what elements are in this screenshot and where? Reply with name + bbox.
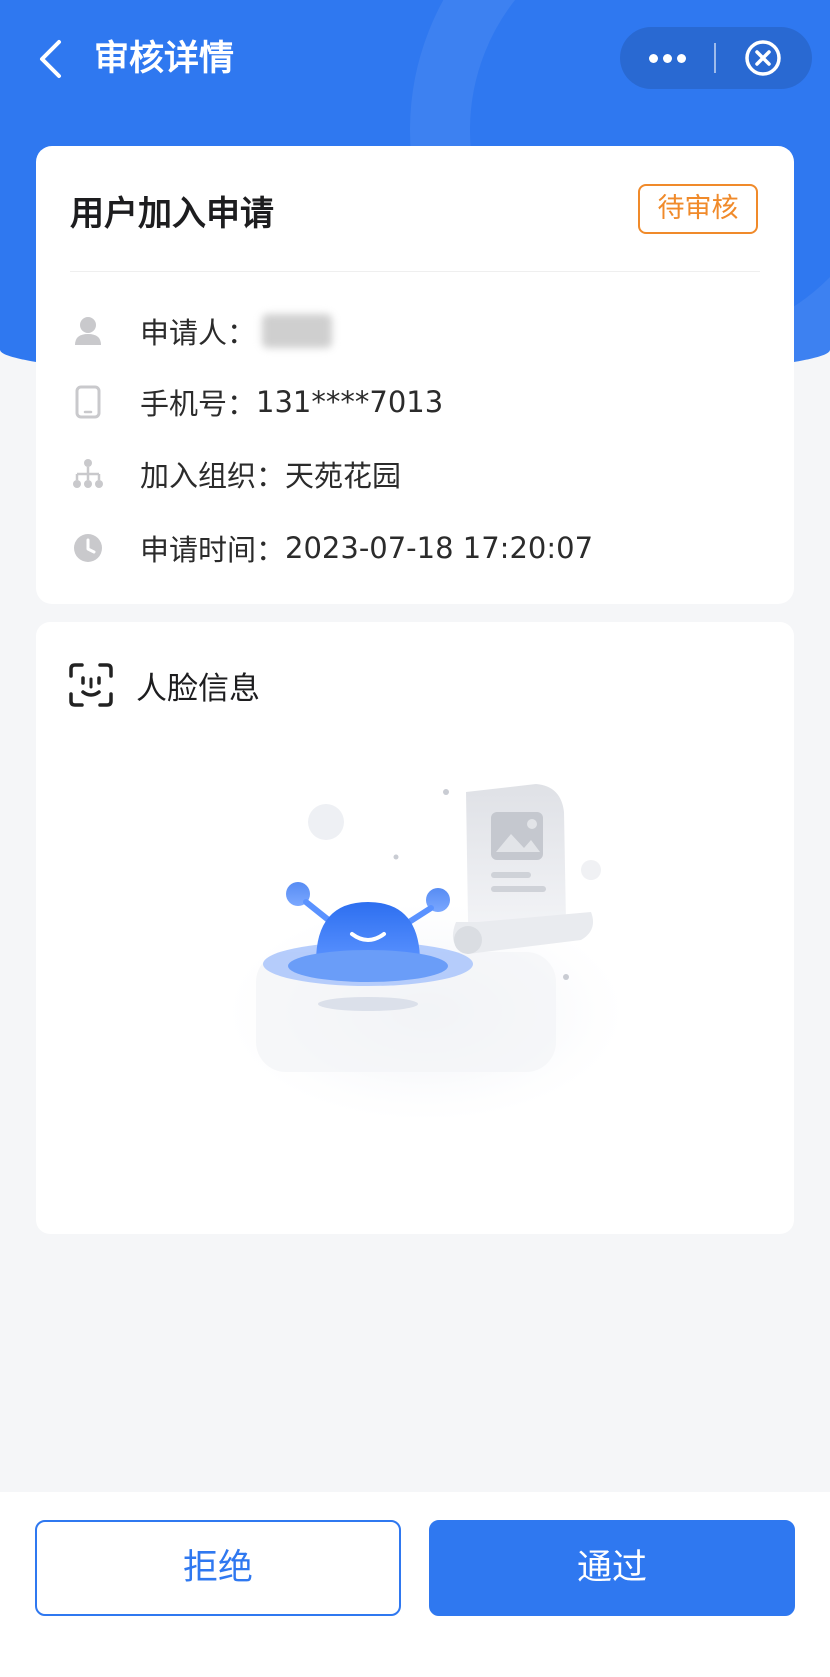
application-title: 用户加入申请 (70, 194, 274, 234)
org-tree-icon (70, 456, 106, 492)
divider (70, 271, 760, 272)
organization-label: 加入组织： (140, 459, 286, 493)
phone-value: 131****7013 (256, 385, 444, 419)
face-info-title: 人脸信息 (136, 670, 260, 707)
phone-label: 手机号： (140, 387, 257, 421)
apply-time-label: 申请时间： (140, 533, 286, 567)
face-info-header: 人脸信息 (68, 658, 260, 712)
organization-row: 加入组织： 天苑花园 (70, 446, 401, 502)
applicant-name-redacted (262, 314, 333, 348)
close-button[interactable] (716, 27, 810, 89)
close-circle-icon (745, 40, 781, 76)
phone-icon (70, 384, 106, 420)
face-scan-icon (69, 663, 113, 707)
apply-time-row: 申请时间： 2023-07-18 17:20:07 (70, 520, 593, 576)
more-button[interactable] (620, 27, 714, 89)
clock-icon (70, 530, 106, 566)
page-title: 审核详情 (94, 39, 235, 79)
back-button[interactable] (30, 34, 70, 84)
status-badge: 待审核 (638, 184, 758, 234)
organization-value: 天苑花园 (285, 459, 402, 493)
application-card: 用户加入申请 待审核 申请人： 手机号： 131****7013 加入组织： 天… (36, 146, 794, 604)
chevron-left-icon (40, 40, 61, 78)
reject-button[interactable]: 拒绝 (35, 1520, 401, 1616)
face-info-card: 人脸信息 (36, 622, 794, 1234)
navigation-bar: 审核详情 (0, 0, 830, 118)
phone-row: 手机号： 131****7013 (70, 374, 443, 430)
empty-state-illustration (226, 784, 626, 1122)
approve-button[interactable]: 通过 (429, 1520, 795, 1616)
action-bar: 拒绝 通过 (0, 1492, 830, 1677)
more-dots-icon (648, 53, 658, 63)
applicant-row: 申请人： (70, 303, 333, 359)
user-icon (70, 313, 106, 349)
applicant-label: 申请人： (140, 316, 257, 350)
apply-time-value: 2023-07-18 17:20:07 (285, 531, 594, 565)
mini-program-capsule (620, 27, 812, 89)
